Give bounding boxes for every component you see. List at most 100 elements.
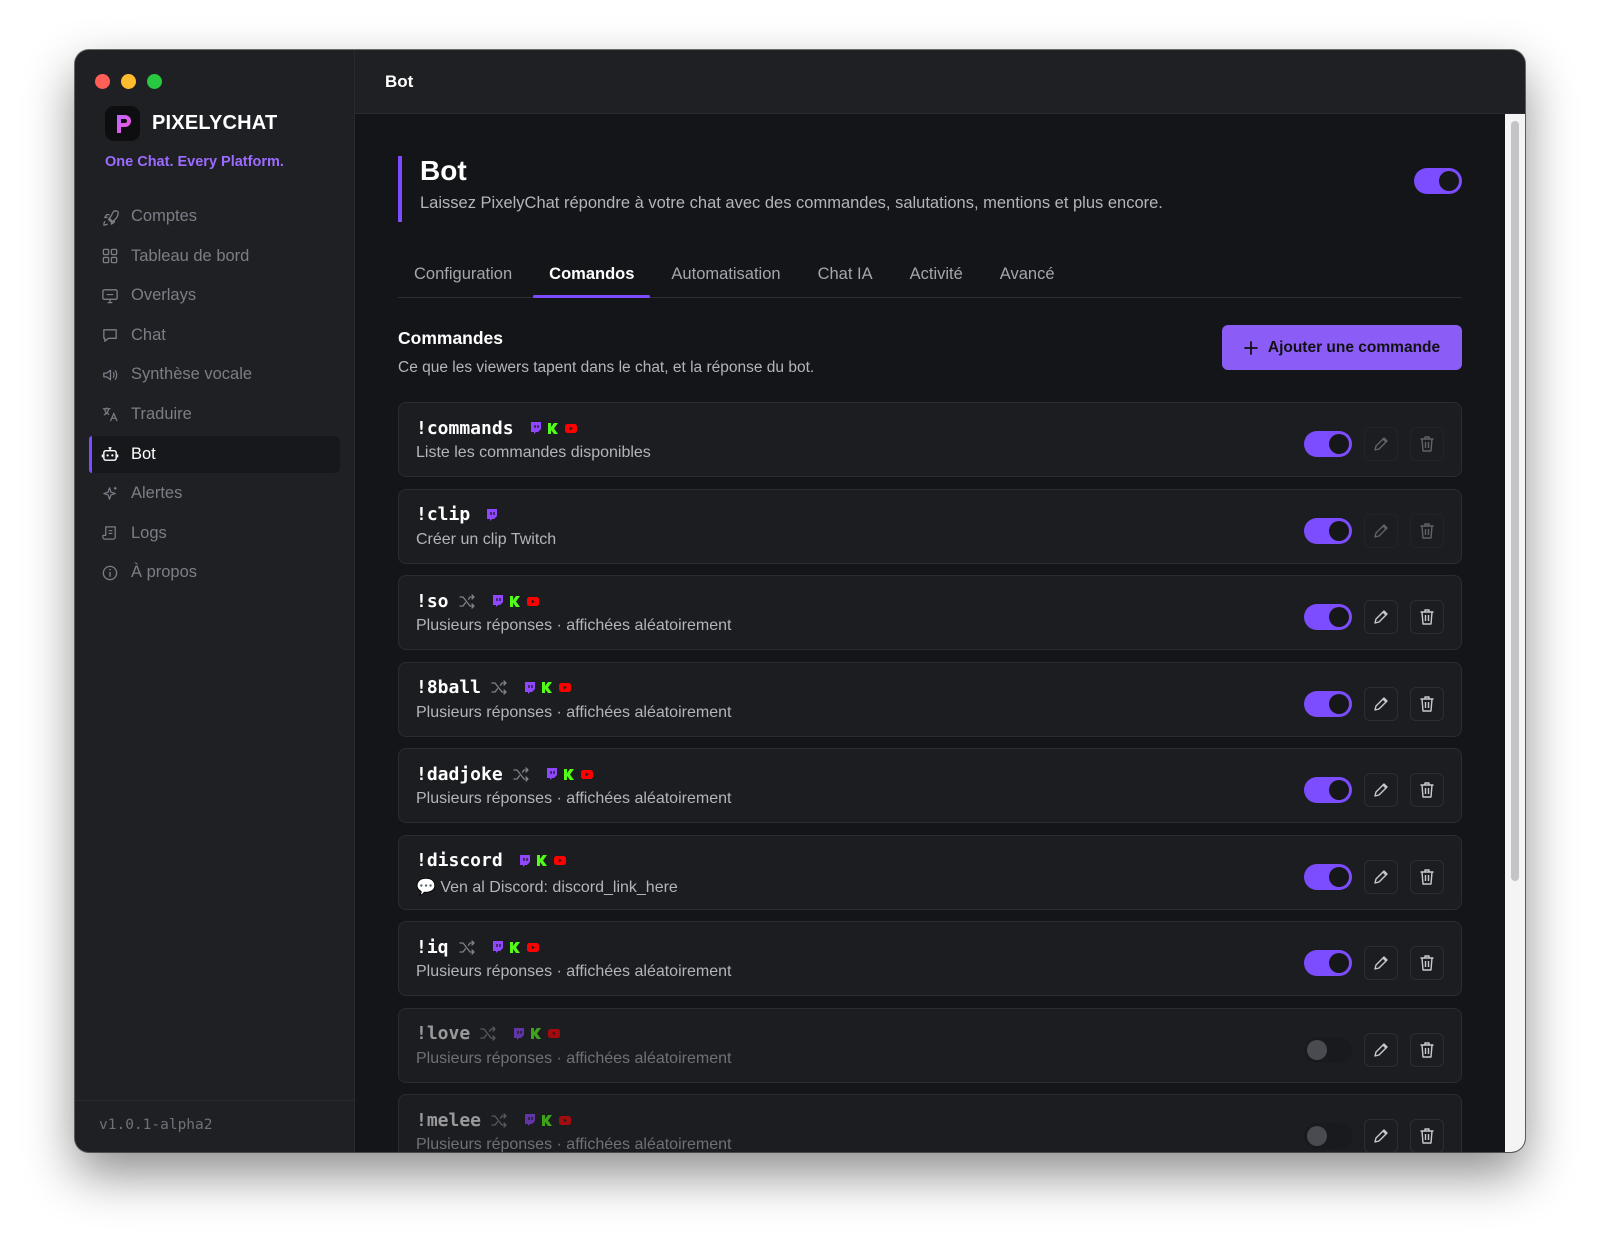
command-enabled-toggle[interactable]: [1304, 431, 1352, 457]
delete-command-button[interactable]: [1410, 600, 1444, 634]
command-enabled-toggle[interactable]: [1304, 1036, 1352, 1063]
tab-configuration[interactable]: Configuration: [398, 258, 528, 297]
rocket-icon: [101, 208, 119, 226]
add-command-button[interactable]: Ajouter une commande: [1222, 325, 1462, 370]
tab-automatisation[interactable]: Automatisation: [655, 258, 796, 297]
command-enabled-toggle[interactable]: [1304, 690, 1352, 717]
window-controls: [95, 74, 162, 89]
edit-command-button[interactable]: [1364, 686, 1398, 721]
tab-avance[interactable]: Avancé: [984, 258, 1071, 297]
delete-command-button[interactable]: [1410, 513, 1444, 548]
command-row[interactable]: !so Plusieurs réponses · affichées aléato…: [398, 575, 1462, 650]
sidebar-item-label: À propos: [131, 563, 198, 582]
youtube-icon: [559, 1115, 572, 1125]
delete-command-button[interactable]: [1410, 1119, 1444, 1152]
command-row[interactable]: !8ball Plusieurs réponses · affichées alé…: [398, 661, 1462, 737]
delete-command-button[interactable]: [1410, 773, 1444, 807]
add-command-label: Ajouter une commande: [1267, 338, 1441, 356]
zoom-window-button[interactable]: [147, 74, 162, 89]
sidebar-item-overlays[interactable]: Overlays: [89, 277, 340, 314]
youtube-icon: [580, 769, 593, 779]
sidebar-item-comptes[interactable]: Comptes: [89, 198, 340, 235]
edit-command-button[interactable]: [1364, 946, 1398, 980]
sidebar-item-traduire[interactable]: Traduire: [89, 396, 340, 433]
command-enabled-toggle[interactable]: [1304, 863, 1352, 890]
bot-enabled-toggle[interactable]: [1414, 168, 1462, 194]
main-panel: Bot Bot Laissez PixelyChat répondre à vo…: [355, 50, 1525, 1152]
youtube-icon: [553, 856, 566, 865]
pencil-icon: [1372, 522, 1390, 540]
youtube-icon: [559, 683, 572, 692]
toggle-knob: [1307, 1039, 1327, 1060]
toggle-knob: [1329, 866, 1349, 887]
command-enabled-toggle[interactable]: [1304, 1123, 1352, 1149]
tab-activite[interactable]: Activité: [894, 258, 979, 297]
youtube-icon: [526, 596, 539, 606]
sidebar-item-tableau-de-bord[interactable]: Tableau de bord: [89, 238, 340, 275]
command-row[interactable]: !dadjoke Plusieurs réponses · affichées a…: [398, 748, 1462, 823]
trash-icon: [1419, 1127, 1435, 1145]
edit-command-button[interactable]: [1364, 1032, 1398, 1067]
delete-command-button[interactable]: [1410, 686, 1444, 721]
tab-chat-ia[interactable]: Chat IA: [802, 258, 889, 297]
edit-command-button[interactable]: [1364, 513, 1398, 548]
sparkle-icon: [101, 485, 119, 503]
sidebar-item-label: Comptes: [131, 207, 198, 225]
app-window: PIXELYCHAT One Chat. Every Platform. Com…: [75, 50, 1525, 1152]
delete-command-button[interactable]: [1410, 859, 1444, 894]
command-actions: [1304, 773, 1444, 807]
page-title: Bot: [420, 155, 467, 186]
sidebar-item-bot[interactable]: Bot: [89, 435, 340, 473]
command-row[interactable]: !discord 💬 Ven al Discord: discord_link_h…: [398, 834, 1462, 910]
edit-command-button[interactable]: [1364, 859, 1398, 894]
scrollbar[interactable]: [1505, 114, 1525, 1152]
command-name: !so: [416, 590, 449, 612]
shuffle-icon: [491, 680, 508, 695]
command-name: !8ball: [416, 677, 482, 698]
shuffle-icon: [513, 766, 530, 782]
command-actions: [1304, 513, 1444, 548]
trash-icon: [1419, 868, 1435, 886]
translate-icon: [101, 405, 119, 423]
edit-command-button[interactable]: [1364, 600, 1398, 634]
topbar-title: Bot: [355, 50, 1525, 114]
close-window-button[interactable]: [95, 74, 110, 89]
sidebar-item-a-propos[interactable]: À propos: [89, 554, 340, 591]
minimize-window-button[interactable]: [121, 74, 136, 89]
command-name: !iq: [416, 936, 449, 958]
delete-command-button[interactable]: [1410, 427, 1444, 461]
toggle-knob: [1329, 607, 1349, 627]
speaker-icon: [101, 366, 119, 384]
edit-command-button[interactable]: [1364, 773, 1398, 807]
command-row[interactable]: !melee Plusieurs réponses · affichées alé…: [398, 1094, 1462, 1152]
command-row[interactable]: !clip Créer un clip Twitch: [398, 488, 1462, 564]
delete-command-button[interactable]: [1410, 946, 1444, 980]
sidebar-item-alertes[interactable]: Alertes: [89, 475, 340, 512]
sidebar-item-label: Logs: [131, 523, 167, 542]
command-enabled-toggle[interactable]: [1304, 604, 1352, 630]
edit-command-button[interactable]: [1364, 1119, 1398, 1152]
command-actions: [1304, 600, 1444, 634]
twitch-icon: [492, 941, 503, 953]
command-row[interactable]: !commands Liste les commandes disponibles: [398, 402, 1462, 477]
sidebar-item-logs[interactable]: Logs: [89, 515, 340, 552]
tab-comandos[interactable]: Comandos: [533, 258, 651, 298]
pixelychat-logo-icon: [105, 106, 140, 141]
command-enabled-toggle[interactable]: [1304, 950, 1352, 976]
command-row[interactable]: !love Plusieurs réponses · affichées aléa…: [398, 1007, 1462, 1083]
toggle-knob: [1329, 693, 1349, 714]
sidebar-nav: Comptes Tableau de bord Overlays Chat Synthè…: [89, 198, 340, 594]
command-actions: [1304, 427, 1444, 461]
command-enabled-toggle[interactable]: [1304, 517, 1352, 544]
sidebar-item-synthese-vocale[interactable]: Synthèse vocale: [89, 356, 340, 393]
scrollbar-thumb[interactable]: [1511, 121, 1519, 881]
edit-command-button[interactable]: [1364, 427, 1398, 461]
command-enabled-toggle[interactable]: [1304, 777, 1352, 803]
page-header: Bot Laissez PixelyChat répondre à votre …: [398, 156, 1462, 222]
command-row[interactable]: !iq Plusieurs réponses · affichées aléato…: [398, 921, 1462, 996]
trash-icon: [1419, 1041, 1435, 1059]
platform-icons: [546, 768, 593, 780]
twitch-icon: [492, 595, 503, 607]
sidebar-item-chat[interactable]: Chat: [89, 317, 340, 354]
delete-command-button[interactable]: [1410, 1032, 1444, 1067]
